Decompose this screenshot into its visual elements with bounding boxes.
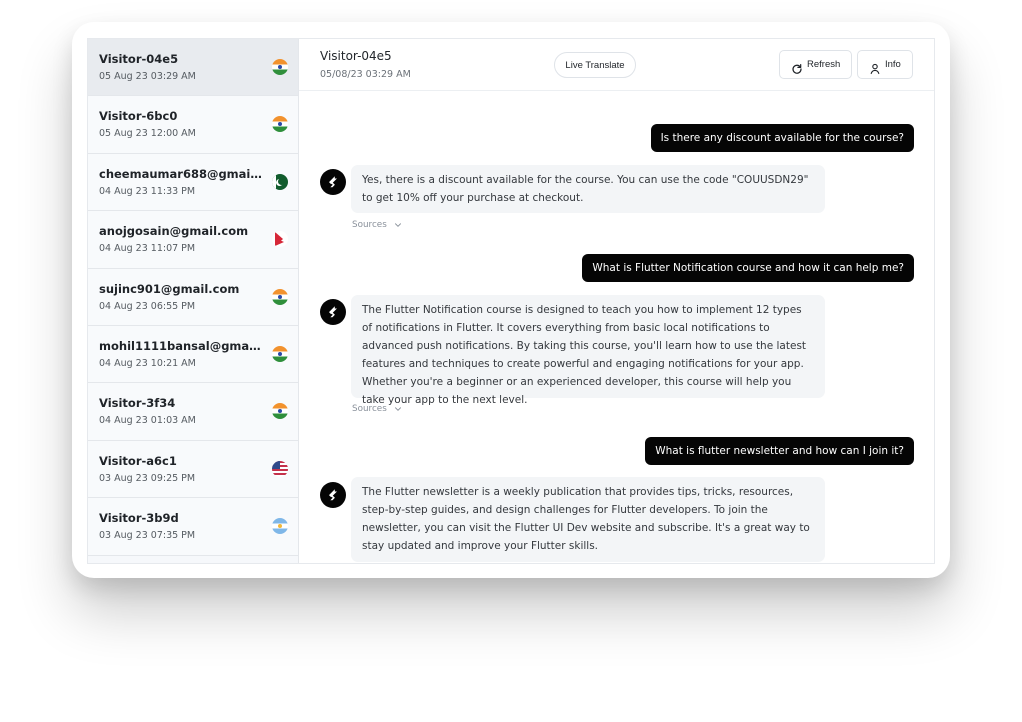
conversation-visitor-name: mohil1111bansal@gmail.com bbox=[99, 338, 264, 353]
conversation-item-anojgosain[interactable]: anojgosain@gmail.com 04 Aug 23 11:07 PM bbox=[88, 211, 298, 269]
conversation-visitor-name: sujinc901@gmail.com bbox=[99, 281, 240, 296]
bot-avatar bbox=[320, 482, 346, 508]
sources-label: Sources bbox=[352, 220, 387, 230]
conversation-timestamp: 04 Aug 23 10:21 AM bbox=[99, 357, 196, 369]
conversation-title: Visitor-04e5 bbox=[320, 49, 392, 63]
conversation-visitor-name: Visitor-3b9d bbox=[99, 511, 179, 526]
sources-label: Sources bbox=[352, 404, 387, 414]
conversation-item-visitor-3b9d[interactable]: Visitor-3b9d 03 Aug 23 07:35 PM bbox=[88, 498, 298, 556]
sources-toggle[interactable]: Sources bbox=[352, 403, 402, 415]
sources-toggle[interactable]: Sources bbox=[352, 219, 402, 231]
conversation-item-visitor-04e5[interactable]: Visitor-04e5 05 Aug 23 03:29 AM bbox=[88, 39, 298, 97]
conversation-visitor-name: cheemaumar688@gmail.com bbox=[99, 166, 264, 181]
india-flag-icon bbox=[272, 288, 288, 305]
conversation-item-visitor-3f34[interactable]: Visitor-3f34 04 Aug 23 01:03 AM bbox=[88, 383, 298, 441]
chat-panel: Visitor-04e5 05/08/23 03:29 AM Live Tran… bbox=[299, 39, 934, 563]
chevron-down-icon bbox=[394, 406, 401, 411]
conversation-timestamp: 04 Aug 23 11:07 PM bbox=[99, 243, 196, 255]
user-message: What is Flutter Notification course and … bbox=[582, 254, 914, 282]
conversation-timestamp: 04 Aug 23 06:55 PM bbox=[99, 300, 196, 312]
app-window: Visitor-04e5 05 Aug 23 03:29 AM Visitor-… bbox=[72, 22, 950, 578]
conversation-timestamp: 03 Aug 23 07:35 PM bbox=[99, 530, 196, 542]
info-label: Info bbox=[885, 59, 901, 70]
bot-message: The Flutter Notification course is desig… bbox=[351, 295, 825, 406]
refresh-label: Refresh bbox=[807, 59, 841, 70]
conversation-visitor-name: anojgosain@gmail.com bbox=[99, 224, 249, 239]
conversation-date: 05/08/23 03:29 AM bbox=[320, 69, 411, 80]
chat-header: Visitor-04e5 05/08/23 03:29 AM Live Tran… bbox=[299, 39, 934, 91]
conversation-timestamp: 05 Aug 23 03:29 AM bbox=[99, 71, 196, 82]
refresh-button[interactable]: Refresh bbox=[779, 50, 852, 79]
chat-dashboard: Visitor-04e5 05 Aug 23 03:29 AM Visitor-… bbox=[87, 38, 935, 564]
conversation-timestamp: 05 Aug 23 12:00 AM bbox=[99, 128, 196, 140]
conversation-visitor-name: Visitor-3f34 bbox=[99, 396, 176, 411]
bot-message: The Flutter newsletter is a weekly publi… bbox=[351, 477, 825, 562]
conversation-timestamp: 04 Aug 23 01:03 AM bbox=[99, 415, 196, 427]
pakistan-flag-icon bbox=[272, 173, 288, 190]
user-message: Is there any discount available for the … bbox=[650, 124, 914, 152]
conversation-timestamp: 03 Aug 23 09:25 PM bbox=[99, 472, 196, 484]
conversation-visitor-name: Visitor-04e5 bbox=[99, 52, 179, 66]
conversation-visitor-name: Visitor-6bc0 bbox=[99, 109, 178, 124]
india-flag-icon bbox=[272, 59, 288, 75]
bot-message: Yes, there is a discount available for t… bbox=[351, 165, 825, 213]
conversation-sidebar[interactable]: Visitor-04e5 05 Aug 23 03:29 AM Visitor-… bbox=[88, 39, 299, 563]
conversation-item-visitor-6bc0[interactable]: Visitor-6bc0 05 Aug 23 12:00 AM bbox=[88, 96, 298, 154]
bot-avatar bbox=[320, 169, 346, 195]
bot-avatar bbox=[320, 299, 346, 325]
refresh-icon bbox=[791, 59, 803, 74]
user-icon bbox=[869, 59, 881, 75]
flutter-logo-icon bbox=[329, 176, 337, 188]
india-flag-icon bbox=[272, 345, 288, 362]
user-message: What is flutter newsletter and how can I… bbox=[645, 437, 914, 465]
conversation-timestamp: 04 Aug 23 11:33 PM bbox=[99, 185, 196, 197]
conversation-visitor-name: Visitor-a6c1 bbox=[99, 453, 177, 468]
usa-flag-icon bbox=[272, 460, 288, 477]
conversation-item-sujinc901[interactable]: sujinc901@gmail.com 04 Aug 23 06:55 PM bbox=[88, 268, 298, 326]
conversation-item-cheemaumar688[interactable]: cheemaumar688@gmail.com 04 Aug 23 11:33 … bbox=[88, 153, 298, 212]
flutter-logo-icon bbox=[329, 306, 337, 318]
argentina-flag-icon bbox=[272, 518, 288, 535]
conversation-item-visitor-a6c1[interactable]: Visitor-a6c1 03 Aug 23 09:25 PM bbox=[88, 440, 298, 499]
conversation-item-mohil1111bansal[interactable]: mohil1111bansal@gmail.com 04 Aug 23 10:2… bbox=[88, 325, 298, 384]
flutter-logo-icon bbox=[329, 489, 337, 501]
info-button[interactable]: Info bbox=[857, 50, 913, 79]
live-translate-button[interactable]: Live Translate bbox=[554, 52, 636, 78]
chevron-down-icon bbox=[394, 222, 401, 227]
message-thread[interactable]: Is there any discount available for the … bbox=[299, 91, 934, 563]
